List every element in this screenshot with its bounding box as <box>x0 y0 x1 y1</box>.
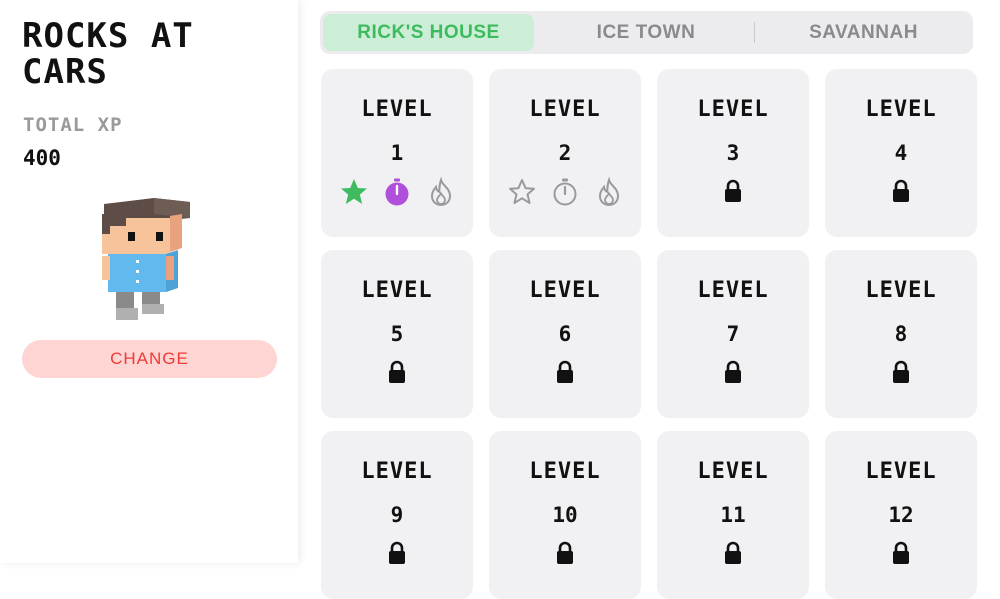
star-outline-icon <box>509 179 535 204</box>
level-label: LEVEL <box>697 278 769 303</box>
level-label: LEVEL <box>865 459 937 484</box>
total-xp-value: 400 <box>23 146 61 170</box>
lock-icon <box>725 541 741 564</box>
level-label: LEVEL <box>865 97 937 122</box>
total-xp-label: TOTAL XP <box>23 114 123 136</box>
level-card-5[interactable]: LEVEL 5 <box>321 250 473 418</box>
level-number: 3 <box>726 141 740 165</box>
lock-icon <box>725 179 741 202</box>
timer-outline-icon <box>553 178 577 206</box>
level-card-4[interactable]: LEVEL 4 <box>825 69 977 237</box>
lock-icon <box>893 179 909 202</box>
level-grid: LEVEL 1 LEVEL 2 LEVEL 3 LEVEL 4 LEVEL 5 … <box>321 69 981 599</box>
world-tabs: RICK'S HOUSE ICE TOWN SAVANNAH <box>320 11 973 54</box>
timer-icon <box>385 178 409 206</box>
level-number: 4 <box>894 141 908 165</box>
tab-divider <box>754 22 755 43</box>
level-card-1[interactable]: LEVEL 1 <box>321 69 473 237</box>
level-label: LEVEL <box>361 97 433 122</box>
level-label: LEVEL <box>529 278 601 303</box>
flame-icon <box>598 177 620 207</box>
flame-icon <box>430 177 452 207</box>
level-number: 9 <box>390 503 404 527</box>
lock-icon <box>557 541 573 564</box>
level-number: 2 <box>558 141 572 165</box>
change-character-button[interactable]: CHANGE <box>22 340 277 378</box>
lock-icon <box>389 541 405 564</box>
character-avatar <box>90 192 200 327</box>
level-number: 8 <box>894 322 908 346</box>
level-card-3[interactable]: LEVEL 3 <box>657 69 809 237</box>
level-number: 10 <box>552 503 578 527</box>
level-card-2[interactable]: LEVEL 2 <box>489 69 641 237</box>
level-number: 11 <box>720 503 746 527</box>
level-card-11[interactable]: LEVEL 11 <box>657 431 809 599</box>
tab-ice-town[interactable]: ICE TOWN <box>538 14 754 51</box>
lock-icon <box>893 541 909 564</box>
lock-icon <box>557 360 573 383</box>
level-label: LEVEL <box>529 97 601 122</box>
level-card-10[interactable]: LEVEL 10 <box>489 431 641 599</box>
level-number: 6 <box>558 322 572 346</box>
tab-ricks-house[interactable]: RICK'S HOUSE <box>323 14 534 51</box>
level-badges <box>339 177 455 207</box>
level-label: LEVEL <box>697 97 769 122</box>
level-card-9[interactable]: LEVEL 9 <box>321 431 473 599</box>
level-number: 12 <box>888 503 914 527</box>
game-title: ROCKS AT CARS <box>22 16 194 92</box>
level-number: 1 <box>390 141 404 165</box>
tab-savannah[interactable]: SAVANNAH <box>756 14 971 51</box>
level-label: LEVEL <box>865 278 937 303</box>
level-label: LEVEL <box>529 459 601 484</box>
level-card-6[interactable]: LEVEL 6 <box>489 250 641 418</box>
level-number: 5 <box>390 322 404 346</box>
level-label: LEVEL <box>361 278 433 303</box>
sidebar: ROCKS AT CARS TOTAL XP 400 CHANGE <box>0 0 298 563</box>
level-card-7[interactable]: LEVEL 7 <box>657 250 809 418</box>
level-label: LEVEL <box>361 459 433 484</box>
level-badges <box>507 177 623 207</box>
level-number: 7 <box>726 322 740 346</box>
lock-icon <box>389 360 405 383</box>
star-icon <box>341 179 367 204</box>
level-card-8[interactable]: LEVEL 8 <box>825 250 977 418</box>
lock-icon <box>893 360 909 383</box>
level-card-12[interactable]: LEVEL 12 <box>825 431 977 599</box>
lock-icon <box>725 360 741 383</box>
level-label: LEVEL <box>697 459 769 484</box>
